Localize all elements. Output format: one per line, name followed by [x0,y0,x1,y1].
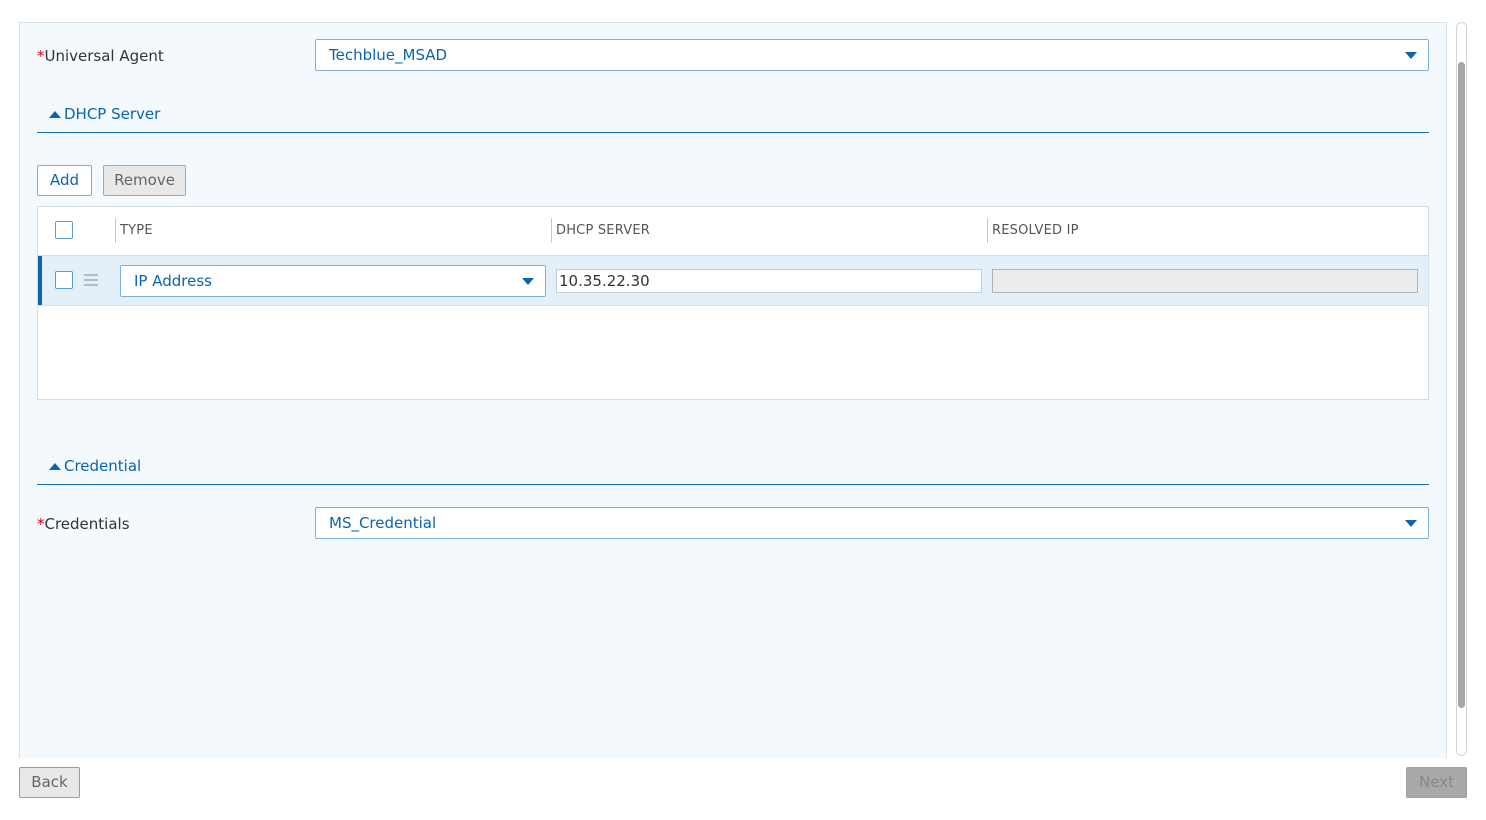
next-button[interactable]: Next [1406,767,1467,798]
credential-section-header[interactable]: Credential [37,457,1429,485]
credentials-label: *Credentials [37,515,130,533]
required-mark: * [37,515,45,533]
drag-handle-icon[interactable] [84,274,98,289]
scrollbar-thumb[interactable] [1458,62,1465,708]
back-button[interactable]: Back [19,767,80,798]
caret-down-icon [1405,520,1417,527]
vertical-scrollbar[interactable] [1456,22,1467,756]
credentials-select[interactable]: MS_Credential [315,507,1429,539]
form-panel: *Universal Agent Techblue_MSAD DHCP Serv… [19,22,1447,758]
universal-agent-label: *Universal Agent [37,47,164,65]
caret-down-icon [1405,52,1417,59]
resolved-ip-field [992,269,1418,293]
dhcp-server-section-header[interactable]: DHCP Server [37,105,1429,133]
column-divider [987,218,988,243]
column-header-resolved-ip: RESOLVED IP [992,223,1079,238]
credential-section-title: Credential [64,457,142,475]
universal-agent-value: Techblue_MSAD [329,46,448,64]
column-header-type: TYPE [120,223,153,238]
caret-down-icon [522,278,534,285]
dhcp-server-section-title: DHCP Server [64,105,161,123]
row-checkbox[interactable] [55,271,73,289]
remove-button[interactable]: Remove [103,165,186,196]
type-select[interactable]: IP Address [120,265,546,297]
select-all-checkbox[interactable] [55,221,73,239]
table-row[interactable]: IP Address 10.35.22.30 [38,255,1428,306]
caret-up-icon [49,111,61,118]
column-divider [115,218,116,243]
required-mark: * [37,47,45,65]
table-header: TYPE DHCP SERVER RESOLVED IP [38,207,1428,255]
universal-agent-select[interactable]: Techblue_MSAD [315,39,1429,71]
type-value: IP Address [134,272,212,290]
column-divider [551,218,552,243]
row-selected-indicator [38,256,42,305]
credentials-value: MS_Credential [329,514,437,532]
dhcp-server-input[interactable]: 10.35.22.30 [556,269,982,293]
add-button[interactable]: Add [37,165,92,196]
dhcp-server-table: TYPE DHCP SERVER RESOLVED IP IP Address … [37,206,1429,400]
column-header-dhcp-server: DHCP SERVER [556,223,650,238]
caret-up-icon [49,463,61,470]
